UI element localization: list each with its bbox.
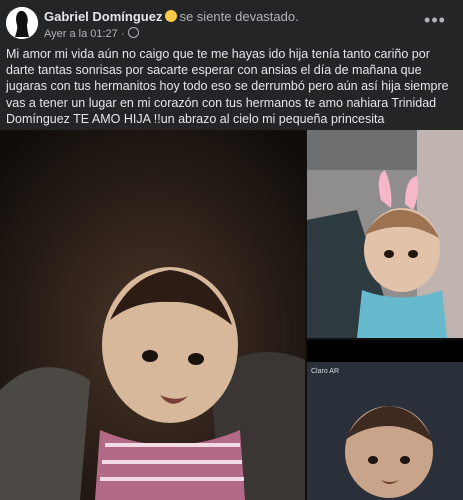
photo-main[interactable] (0, 130, 305, 500)
photo-bunny-filter[interactable] (307, 130, 463, 338)
more-options-button[interactable]: ••• (420, 11, 450, 32)
feeling-text: se siente devastado. (179, 9, 299, 24)
author-avatar[interactable] (6, 7, 38, 39)
post-timestamp[interactable]: Ayer a la 01:27 · (44, 28, 125, 40)
photo-phone-screenshot[interactable]: Claro AR (307, 340, 463, 500)
photo-gallery: Claro AR (0, 130, 463, 500)
author-line: Gabriel Domínguez se siente devastado. (44, 9, 299, 24)
post-text: Mi amor mi vida aún no caigo que te me h… (6, 47, 449, 126)
author-name[interactable]: Gabriel Domínguez (44, 9, 162, 24)
post-header: Gabriel Domínguez se siente devastado. Ay… (0, 0, 463, 44)
globe-icon (127, 27, 139, 38)
sad-face-icon (165, 10, 178, 22)
status-text: Claro AR (311, 368, 339, 375)
post-meta: Ayer a la 01:27 · (44, 27, 139, 40)
